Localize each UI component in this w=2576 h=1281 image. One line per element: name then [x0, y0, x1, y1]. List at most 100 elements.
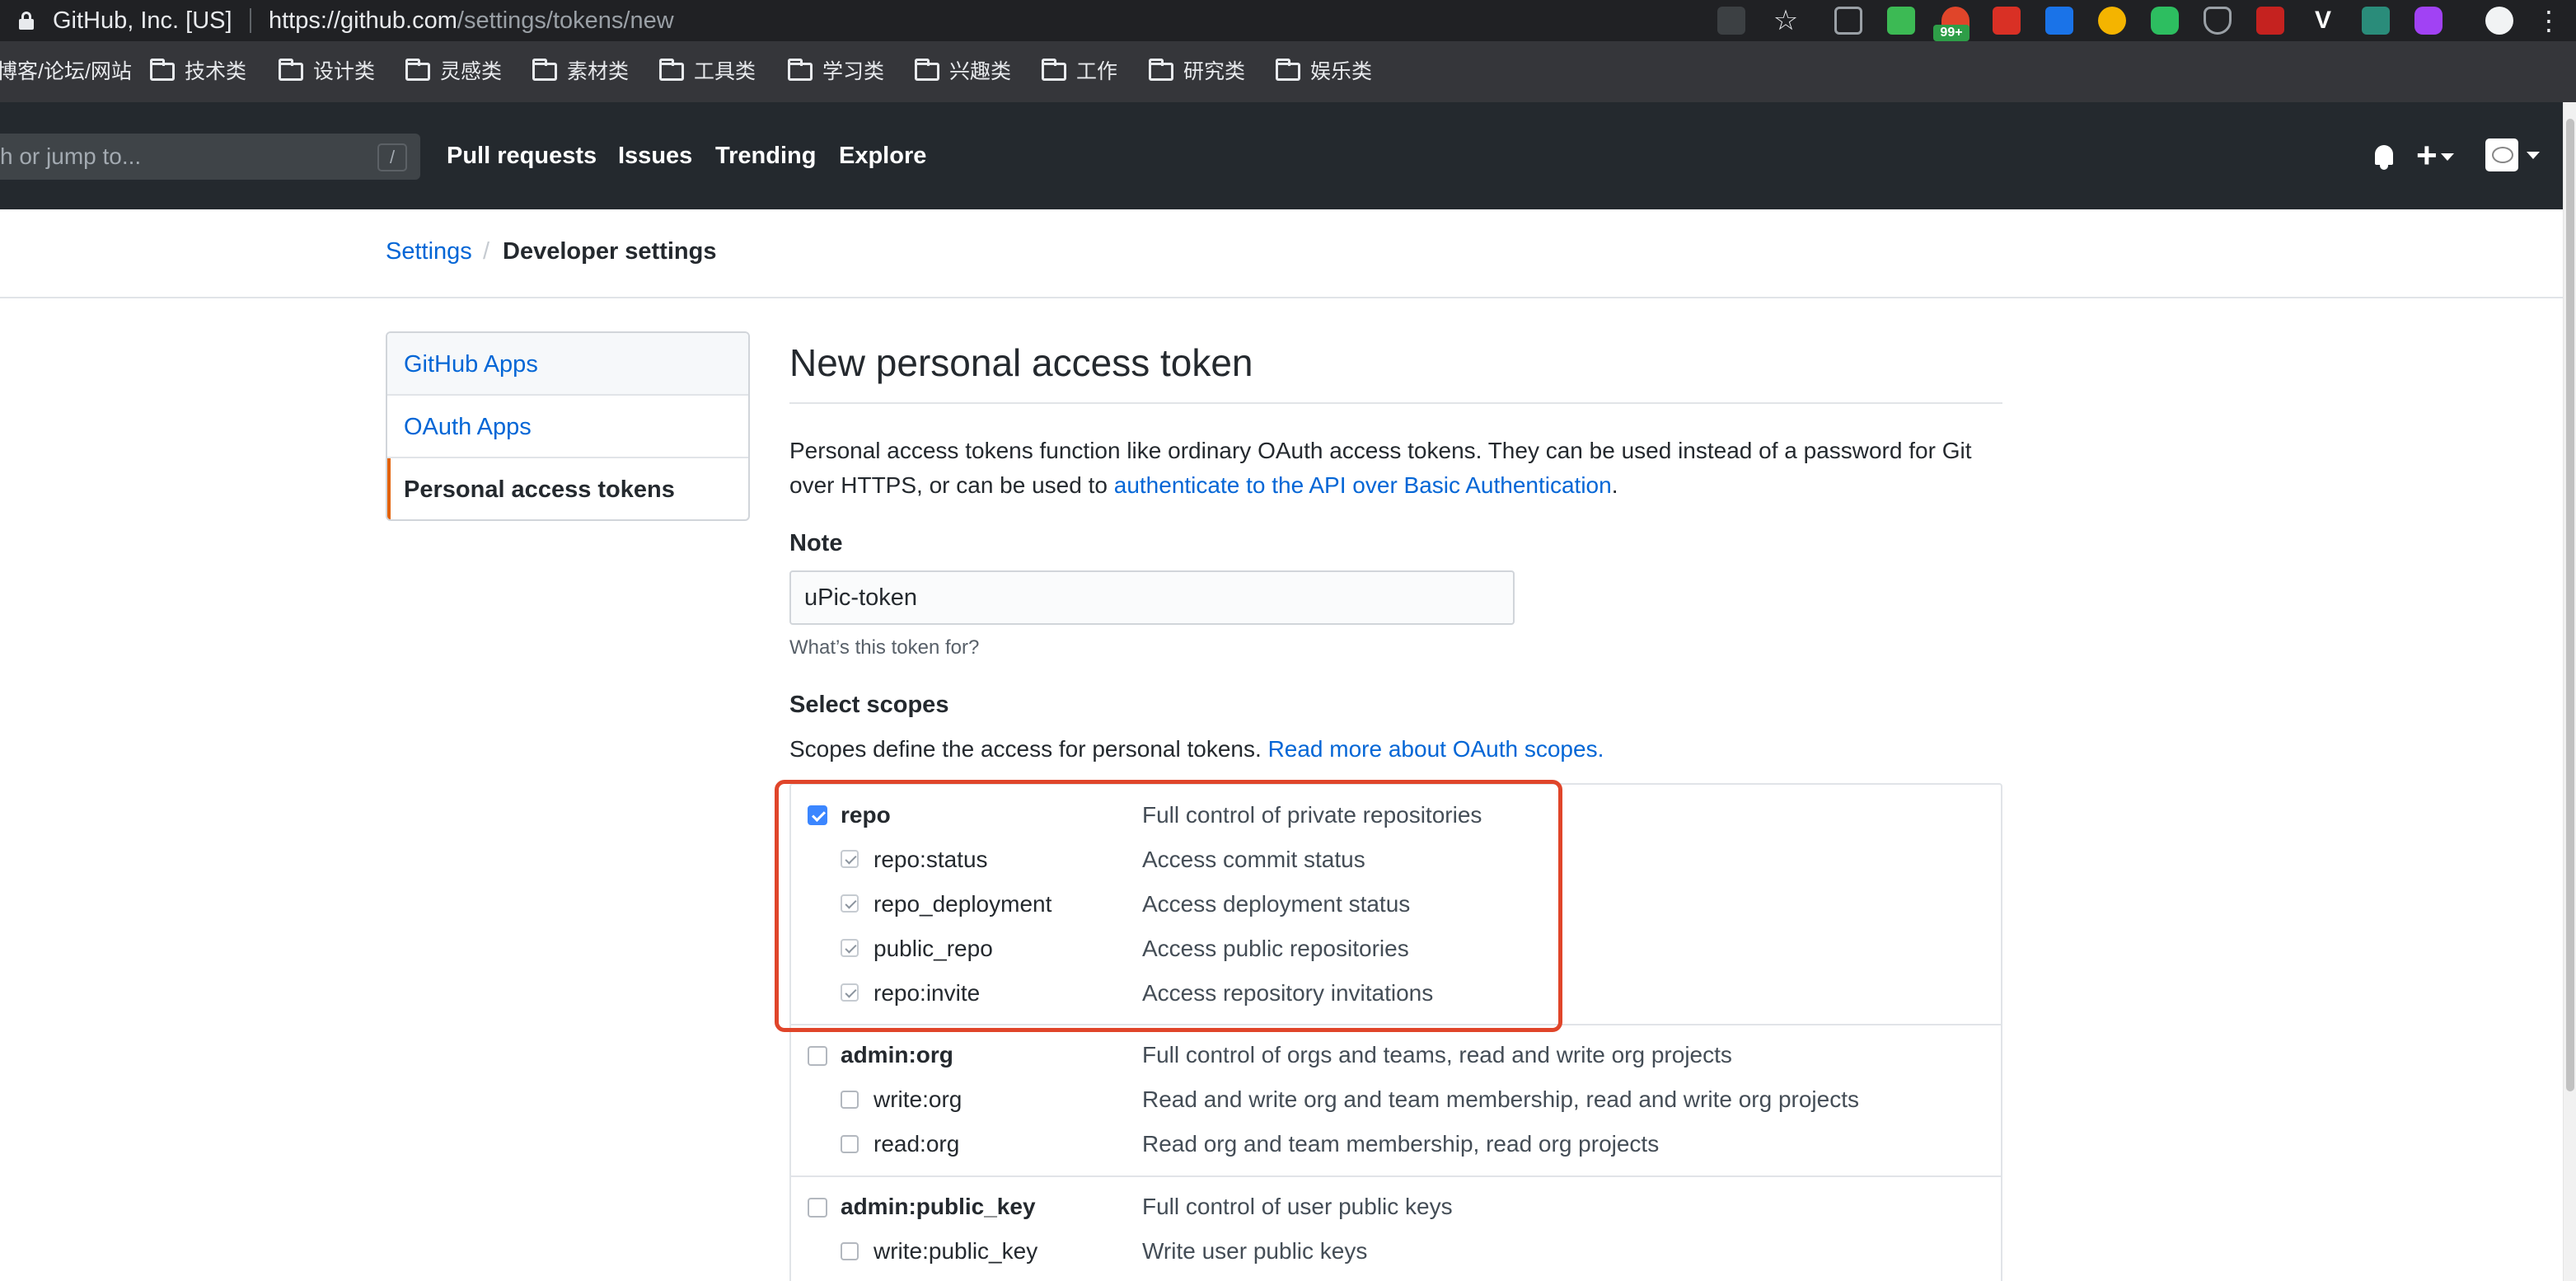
page-description: Personal access tokens function like ord… [789, 434, 2009, 503]
translate-icon[interactable] [1717, 7, 1745, 35]
folder-icon [1149, 59, 1173, 81]
bookmark-label: 工作 [1076, 60, 1118, 83]
create-new-dropdown[interactable]: + [2416, 135, 2466, 176]
bookmark-tools[interactable]: 工具类 [659, 58, 756, 86]
bookmark-design[interactable]: 设计类 [279, 58, 375, 86]
green-extension-icon[interactable] [1887, 7, 1915, 35]
site-identity[interactable]: GitHub, Inc. [US] [53, 7, 232, 35]
menu-item-personal-access-tokens[interactable]: Personal access tokens [387, 458, 748, 519]
bookmark-label: 研究类 [1183, 60, 1246, 83]
scopes-description: Scopes define the access for personal to… [789, 735, 1604, 763]
note-input[interactable] [789, 570, 1515, 625]
folder-icon [405, 59, 430, 81]
user-menu-dropdown[interactable] [2485, 135, 2543, 176]
scope-checkbox-admin-org[interactable] [808, 1046, 827, 1066]
scope-checkbox-write-org[interactable] [841, 1091, 859, 1109]
scope-description: Full control of user public keys [1142, 1194, 1453, 1219]
scope-checkbox-write-public-key[interactable] [841, 1242, 859, 1260]
bookmark-interests[interactable]: 兴趣类 [915, 58, 1011, 86]
scope-name: admin:org [841, 1042, 953, 1068]
nav-trending[interactable]: Trending [715, 142, 816, 170]
url-host: https://github.com [269, 7, 457, 34]
select-scopes-heading: Select scopes [789, 692, 949, 718]
folder-icon [788, 59, 813, 81]
star-bookmark-icon[interactable]: ☆ [1772, 7, 1800, 35]
scope-name: read:org [873, 1131, 960, 1157]
repo-scope-highlight-box [775, 780, 1562, 1032]
bookmark-blogs[interactable]: 博客/论坛/网站 [0, 58, 132, 86]
bookmark-learning[interactable]: 学习类 [788, 58, 884, 86]
search-placeholder: h or jump to... [0, 143, 142, 169]
bookmark-materials[interactable]: 素材类 [532, 58, 629, 86]
scope-group-divider [789, 1175, 2002, 1177]
url-field[interactable]: https://github.com/settings/tokens/new [269, 7, 674, 35]
extension-badge: 99+ [1933, 25, 1969, 41]
bookmark-inspiration[interactable]: 灵感类 [405, 58, 502, 86]
cc-extension-icon[interactable] [2256, 7, 2284, 35]
scope-description: Read org and team membership, read org p… [1142, 1131, 1660, 1157]
chevron-down-icon [2527, 152, 2540, 159]
note-hint: What’s this token for? [789, 636, 980, 659]
bookmark-label: 技术类 [185, 60, 247, 83]
purple-extension-icon[interactable] [2414, 7, 2443, 35]
basic-auth-link[interactable]: authenticate to the API over Basic Authe… [1114, 472, 1612, 498]
more-menu-icon[interactable]: ⋮ [2535, 7, 2563, 35]
scrollbar-thumb[interactable] [2566, 119, 2574, 1091]
bookmark-label: 娱乐类 [1310, 60, 1373, 83]
bookmark-label: 学习类 [822, 60, 885, 83]
lock-icon[interactable] [18, 12, 35, 30]
search-input[interactable]: h or jump to... / [0, 134, 420, 180]
notifications-bell-icon[interactable] [2367, 135, 2400, 176]
folder-icon [915, 59, 939, 81]
bookmark-research[interactable]: 研究类 [1149, 58, 1245, 86]
breadcrumb-current: Developer settings [503, 238, 717, 265]
avatar [2485, 138, 2518, 171]
nav-pull-requests[interactable]: Pull requests [447, 142, 597, 170]
folder-icon [279, 59, 303, 81]
folder-icon [150, 59, 175, 81]
evernote-icon[interactable] [2151, 7, 2179, 35]
browser-address-bar: GitHub, Inc. [US] https://github.com/set… [0, 0, 2576, 41]
chevron-down-icon [2440, 153, 2454, 161]
scope-checkbox-admin-public-key[interactable] [808, 1198, 827, 1218]
profile-avatar-icon[interactable] [2485, 7, 2513, 35]
nav-explore[interactable]: Explore [839, 142, 926, 170]
bookmark-tech[interactable]: 技术类 [150, 58, 246, 86]
url-path: /settings/tokens/new [457, 7, 674, 34]
scope-description: Read and write org and team membership, … [1142, 1086, 1859, 1112]
download-extension-icon[interactable] [2045, 7, 2073, 35]
scope-checkbox-read-org[interactable] [841, 1135, 859, 1153]
pocket-icon[interactable] [2204, 7, 2232, 35]
bookmark-label: 工具类 [694, 60, 756, 83]
search-shortcut-key: / [377, 143, 407, 171]
plus-icon: + [2416, 135, 2438, 176]
bookmark-work[interactable]: 工作 [1042, 58, 1117, 86]
folder-icon [532, 59, 557, 81]
menu-item-oauth-apps[interactable]: OAuth Apps [387, 396, 748, 458]
chrome-extension-icon[interactable] [2098, 7, 2126, 35]
bookmark-label: 灵感类 [440, 60, 503, 83]
bookmark-label: 设计类 [313, 60, 376, 83]
description-end: . [1611, 472, 1618, 498]
developer-settings-menu: GitHub Apps OAuth Apps Personal access t… [386, 331, 750, 521]
scope-name: write:org [873, 1086, 962, 1112]
page-scrollbar[interactable] [2563, 102, 2576, 1281]
scopes-description-text: Scopes define the access for personal to… [789, 736, 1268, 762]
oauth-scopes-link[interactable]: Read more about OAuth scopes. [1268, 736, 1604, 762]
s-extension-icon[interactable] [2362, 7, 2390, 35]
fe-extension-icon[interactable] [1993, 7, 2021, 35]
breadcrumb-settings-link[interactable]: Settings [386, 237, 472, 265]
bookmark-label: 兴趣类 [949, 60, 1012, 83]
nav-issues[interactable]: Issues [618, 142, 692, 170]
v-extension-icon[interactable]: V [2309, 7, 2337, 35]
folder-icon [659, 59, 684, 81]
scope-name: admin:public_key [841, 1194, 1036, 1219]
breadcrumb-divider: / [483, 238, 490, 265]
breadcrumb: Settings / Developer settings [0, 209, 2563, 298]
reader-extension-icon[interactable] [1834, 7, 1862, 35]
address-divider [250, 8, 251, 33]
bookmark-entertainment[interactable]: 娱乐类 [1276, 58, 1372, 86]
scope-name: write:public_key [873, 1238, 1038, 1264]
menu-item-github-apps[interactable]: GitHub Apps [387, 333, 748, 396]
title-divider [789, 402, 2002, 404]
